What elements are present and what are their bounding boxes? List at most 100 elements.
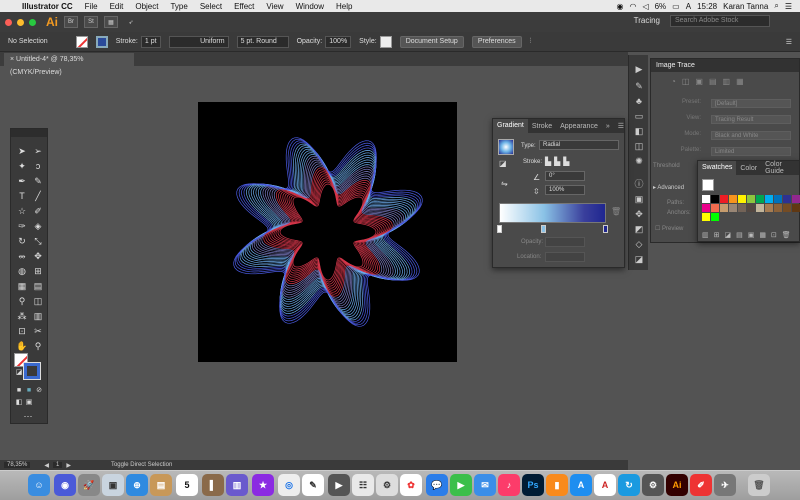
color-swatch[interactable] [729,204,737,212]
blend-tool-icon[interactable]: ◫ [31,295,45,307]
direct-selection-tool-icon[interactable]: ➢ [31,145,45,157]
app-store-icon[interactable]: A [570,474,592,496]
color-swatch[interactable] [783,195,791,203]
artboard-number-field[interactable]: 1 [52,462,63,468]
color-swatch[interactable] [792,195,800,203]
gradient-stop-navy[interactable] [603,225,608,233]
stroke-weight-field[interactable]: 1 pt [140,35,161,48]
menu-object[interactable]: Object [129,2,164,11]
graphic-styles-panel-icon[interactable]: ▭ [633,110,645,122]
gpu-performance-icon[interactable]: ➶ [124,16,138,28]
notification-icon[interactable]: ☰ [785,2,792,11]
slice-tool-icon[interactable]: ✂ [31,325,45,337]
menu-edit[interactable]: Edit [104,2,130,11]
line-segment-tool-icon[interactable]: ╱ [31,190,45,202]
mail-icon[interactable]: ✉ [474,474,496,496]
color-swatch[interactable] [711,195,719,203]
shaper-tool-icon[interactable]: ✑ [15,220,29,232]
fill-stroke-proxy-icon[interactable]: ◪ [499,159,507,168]
acrobat-icon[interactable]: A [594,474,616,496]
align-icon[interactable]: ⫶ [530,38,532,46]
sync-icon[interactable]: ↻ [618,474,640,496]
brushes-panel-icon[interactable]: ✎ [633,80,645,92]
gradient-stop-white[interactable] [497,225,502,233]
layers-panel-icon[interactable]: ◧ [633,125,645,137]
photos-icon[interactable]: ✿ [400,474,422,496]
user-name[interactable]: Karan Tanna [723,2,768,11]
stroke-gradient-options[interactable]: ▙▙▙ [545,157,572,166]
transform-panel-icon[interactable]: ✥ [633,208,645,220]
menu-select[interactable]: Select [194,2,228,11]
view-dropdown[interactable]: Tracing Result [711,115,791,124]
tools-panel-header[interactable] [11,129,47,137]
default-colors-icon[interactable]: ◪ [12,367,26,379]
opacity-field[interactable]: 100% [325,35,352,48]
trace-preset-icons[interactable]: ◔◫▣▤▥▦ [671,77,750,86]
width-tool-icon[interactable]: ⥈ [15,250,29,262]
stock-search-input[interactable]: Search Adobe Stock [670,15,770,27]
ibooks-icon[interactable]: ▮ [546,474,568,496]
variable-width-profile[interactable]: Uniform [168,35,229,48]
appearance-panel-icon[interactable]: ✺ [633,155,645,167]
color-swatch[interactable] [720,195,728,203]
palette-dropdown[interactable]: Limited [711,147,791,156]
preview-icon[interactable]: ▣ [102,474,124,496]
menu-effect[interactable]: Effect [228,2,260,11]
contacts-icon[interactable]: ▌ [202,474,224,496]
gradient-tool-icon[interactable]: ▤ [31,280,45,292]
close-window-button[interactable] [5,18,12,26]
color-swatch[interactable] [738,204,746,212]
artboard[interactable] [198,102,457,362]
trash-icon[interactable]: 🗑 [748,474,770,496]
color-swatch[interactable] [702,204,710,212]
color-swatch[interactable] [783,204,791,212]
image-capture-icon[interactable]: ⚙ [376,474,398,496]
menu-file[interactable]: File [79,2,104,11]
textedit-icon[interactable]: ✎ [302,474,324,496]
rotate-tool-icon[interactable]: ↻ [15,235,29,247]
pathfinder-panel-icon[interactable]: ◩ [633,223,645,235]
status-tool-info[interactable]: Toggle Direct Selection [111,462,172,468]
lasso-tool-icon[interactable]: ↄ [31,160,45,172]
preset-dropdown[interactable]: [Default] [711,99,791,108]
launchpad-icon[interactable]: 🚀 [78,474,100,496]
color-swatch[interactable] [765,204,773,212]
illustrator-icon[interactable]: Ai [666,474,688,496]
stock-button[interactable]: St [84,16,98,28]
document-setup-button[interactable]: Document Setup [399,35,464,48]
menu-view[interactable]: View [260,2,289,11]
selection-tool-icon[interactable]: ➤ [15,145,29,157]
color-swatch[interactable] [702,195,710,203]
messages-icon[interactable]: 💬 [426,474,448,496]
aspect-ratio-field[interactable]: 100% [545,185,585,195]
preferences-button[interactable]: Preferences [471,35,522,48]
color-swatch[interactable] [765,195,773,203]
spotlight-icon[interactable]: ⌕ [774,1,778,11]
control-bar-menu-icon[interactable]: ☰ [786,38,792,46]
input-source-icon[interactable]: A [686,2,691,11]
hand-tool-icon[interactable]: ✋ [15,340,29,352]
spirograph-artwork[interactable] [198,102,457,362]
paintbrush-tool-icon[interactable]: ✐ [31,205,45,217]
siri-icon[interactable]: ◉ [54,474,76,496]
workspace-switcher[interactable]: Tracing [634,16,660,25]
angle-field[interactable]: 0° [545,171,585,181]
tab-color-guide[interactable]: Color Guide [761,161,799,175]
brush-definition[interactable]: 5 pt. Round [236,35,289,48]
info-panel-icon[interactable]: ⓘ [633,178,645,190]
screen-mode-icon[interactable]: ▣ [22,397,36,409]
wifi-icon[interactable]: ◠ [629,2,636,11]
eraser-tool-icon[interactable]: ◈ [31,220,45,232]
color-swatch[interactable] [756,204,764,212]
symbols-panel-icon[interactable]: ♣ [633,95,645,107]
color-swatch[interactable] [738,195,746,203]
automator-icon[interactable]: ✈ [714,474,736,496]
actions-panel-icon[interactable]: ▶ [633,63,645,75]
system-prefs-icon[interactable]: ⚙ [642,474,664,496]
image-trace-title[interactable]: Image Trace [651,59,799,72]
color-swatch[interactable] [792,204,800,212]
notes-icon[interactable]: ▤ [150,474,172,496]
column-graph-tool-icon[interactable]: ▥ [31,310,45,322]
tab-swatches[interactable]: Swatches [698,161,737,175]
perspective-grid-tool-icon[interactable]: ⊞ [31,265,45,277]
